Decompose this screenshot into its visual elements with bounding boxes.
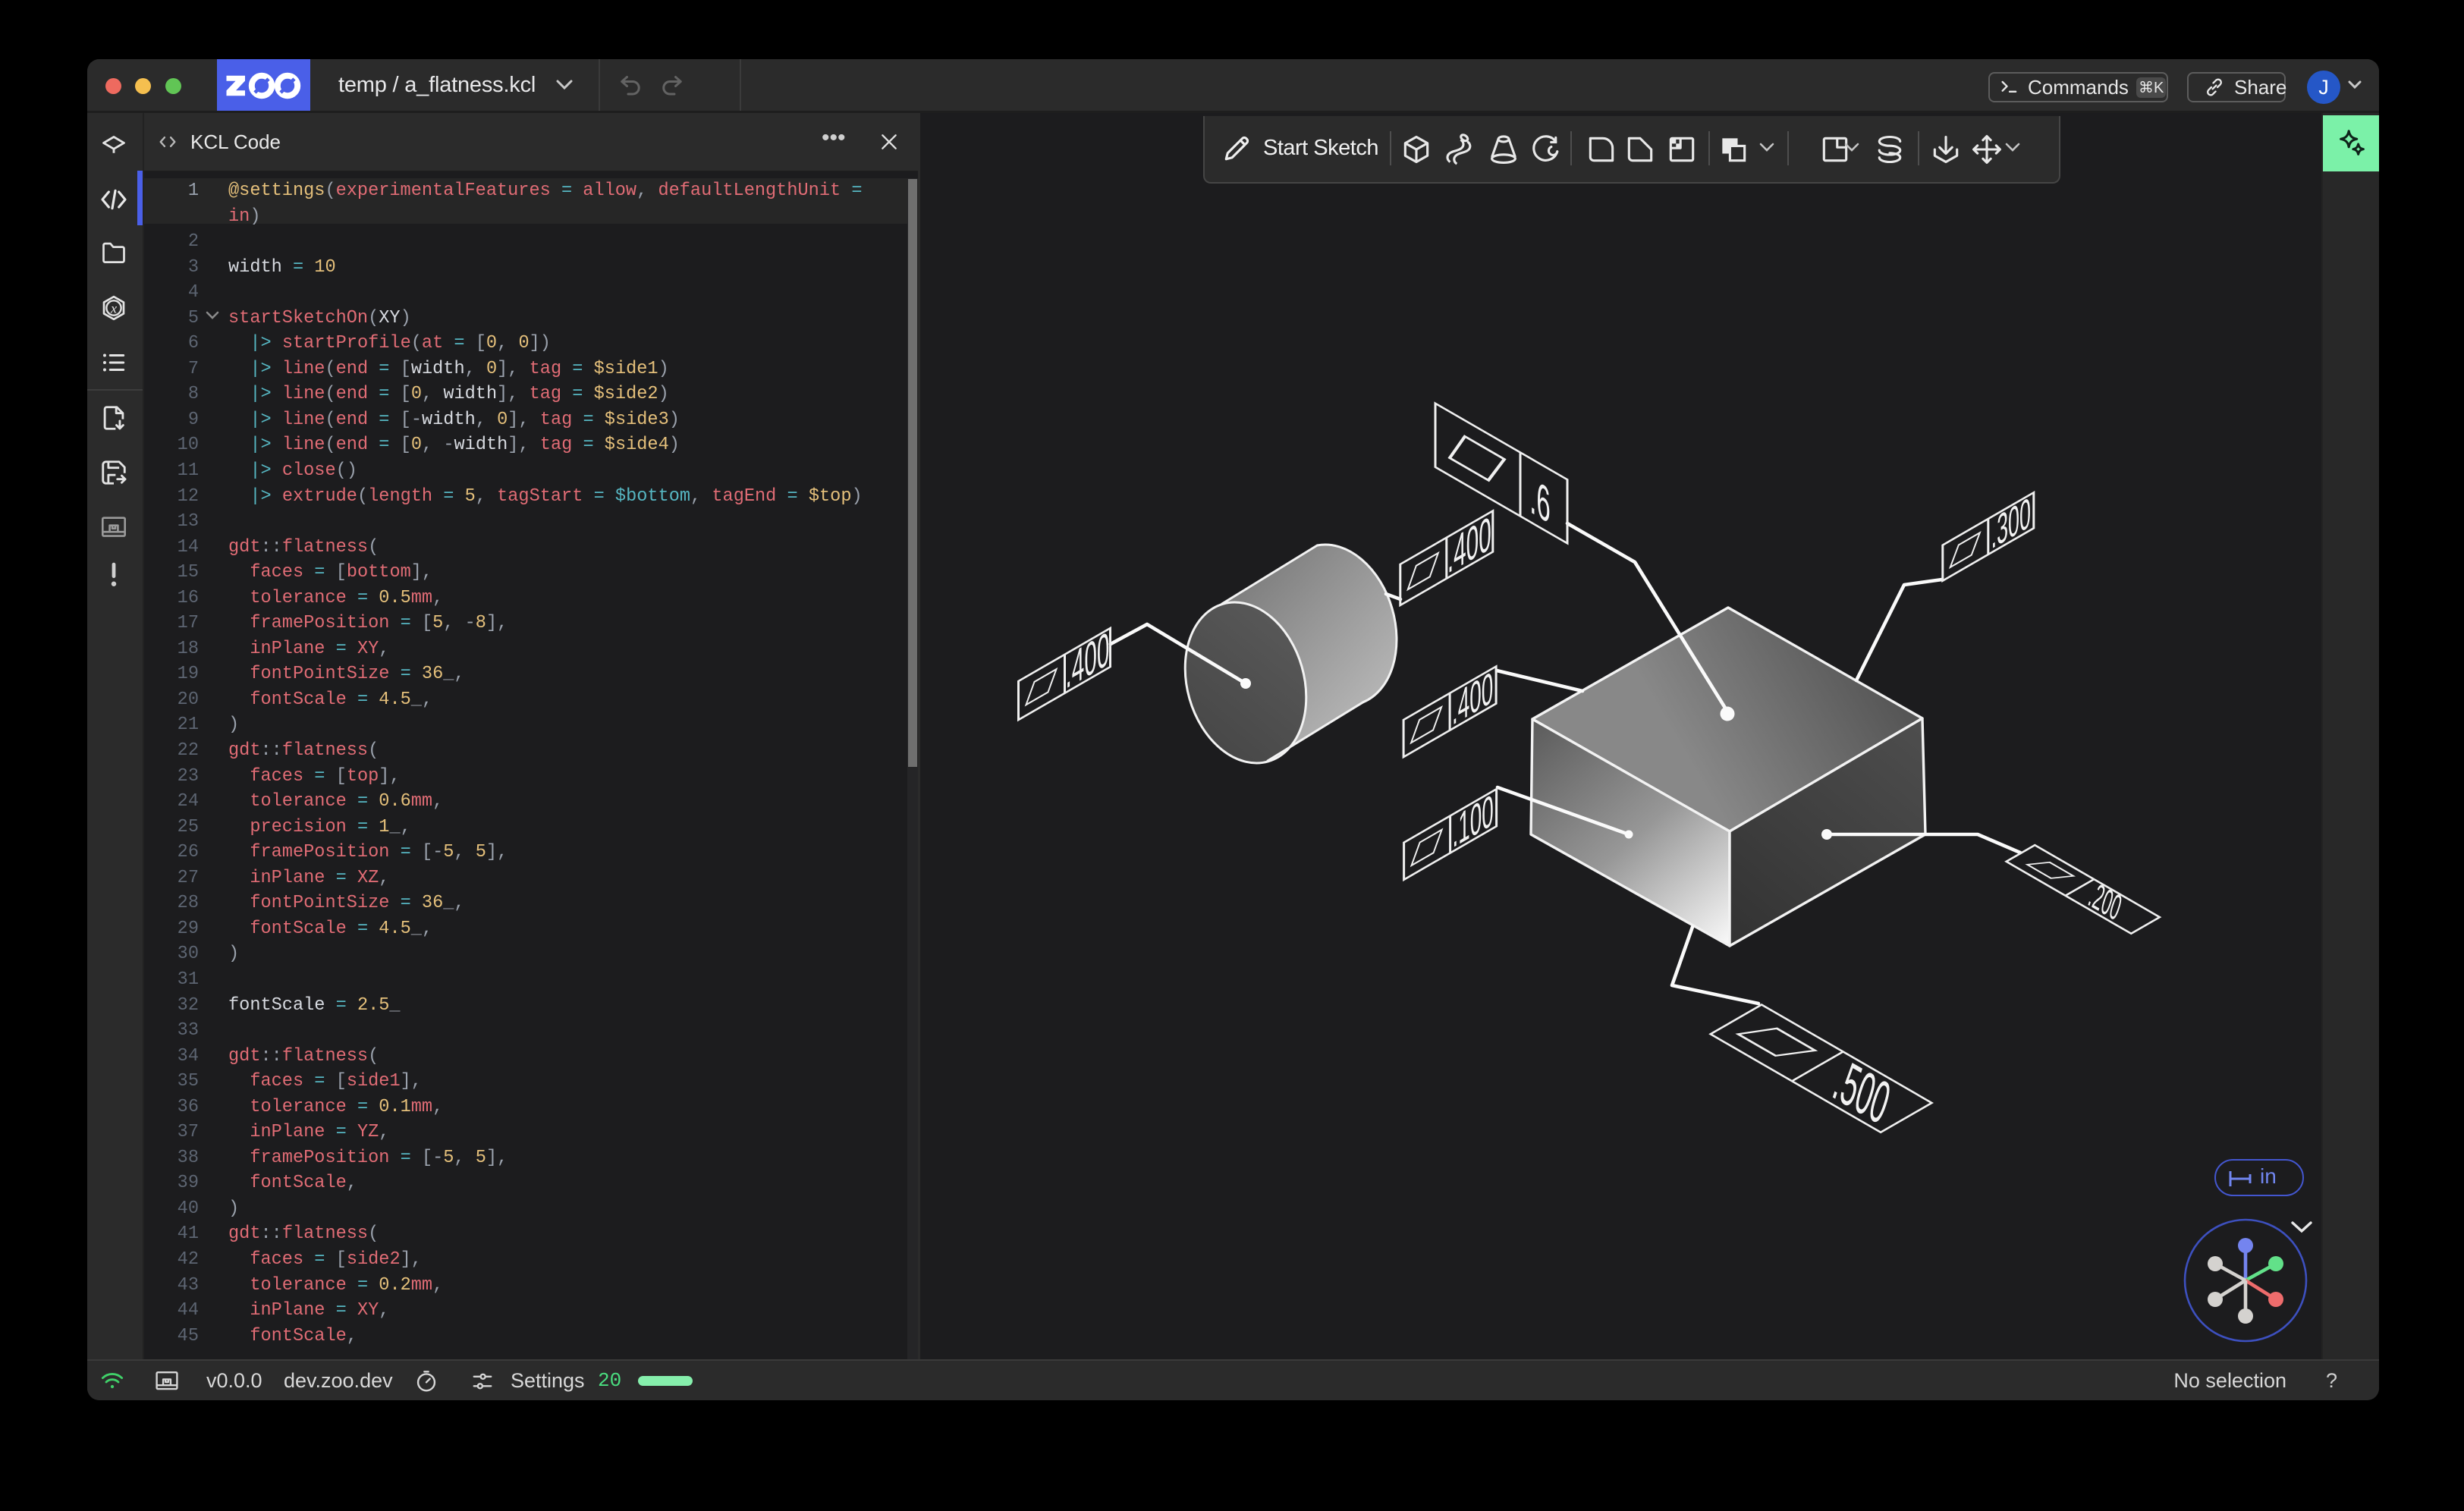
svg-text:.400: .400 bbox=[1452, 662, 1493, 735]
svg-text:.6: .6 bbox=[1529, 467, 1551, 535]
svg-text:.500: .500 bbox=[1826, 1046, 1897, 1138]
svg-text:.300: .300 bbox=[1991, 488, 2031, 558]
svg-text:.400: .400 bbox=[1447, 506, 1491, 584]
svg-text:x: x bbox=[110, 300, 117, 316]
svg-text:.100: .100 bbox=[1453, 785, 1494, 858]
svg-text:.400: .400 bbox=[1066, 621, 1110, 699]
